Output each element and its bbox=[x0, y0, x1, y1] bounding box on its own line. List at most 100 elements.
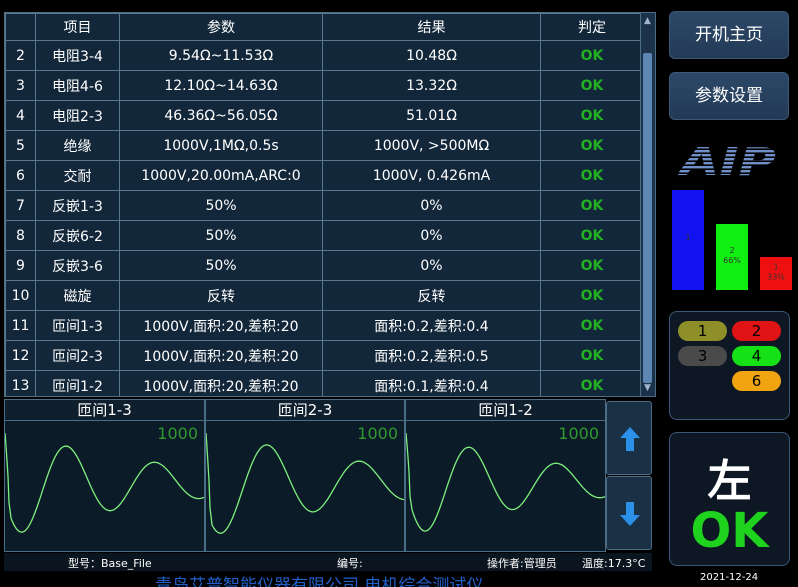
parameter-cell: 1000V,面积:20,差积:20 bbox=[119, 340, 323, 371]
pass-stats-chart: 1266%133% bbox=[672, 190, 792, 290]
judgement-cell: OK bbox=[540, 160, 644, 191]
judgement-cell: OK bbox=[540, 130, 644, 161]
company-footer: 青岛艾普智能仪器有限公司 电机综合测试仪 bbox=[155, 576, 484, 587]
temperature-text: 温度:17.3°C bbox=[582, 557, 646, 570]
stats-bar-percent: 66% bbox=[723, 256, 741, 265]
page-up-button[interactable] bbox=[606, 401, 652, 475]
item-cell: 电阻3-4 bbox=[35, 40, 120, 71]
table-row[interactable]: 4 电阻2-3 46.36Ω~56.05Ω 51.01Ω OK bbox=[5, 100, 644, 131]
judgement-cell: OK bbox=[540, 370, 644, 396]
judgement-cell: OK bbox=[540, 340, 644, 371]
result-cell: 0% bbox=[322, 190, 541, 221]
item-cell: 磁旋 bbox=[35, 280, 120, 311]
row-index-cell: 4 bbox=[5, 100, 36, 131]
judgement-cell: OK bbox=[540, 220, 644, 251]
row-index-cell: 10 bbox=[5, 280, 36, 311]
row-index-cell: 6 bbox=[5, 160, 36, 191]
scroll-down-arrow-icon[interactable]: ▼ bbox=[642, 382, 653, 394]
parameter-cell: 9.54Ω~11.53Ω bbox=[119, 40, 323, 71]
result-panel: 左 OK bbox=[669, 432, 790, 566]
date-text: 2021-12-24 bbox=[700, 572, 759, 583]
table-row[interactable]: 6 交耐 1000V,20.00mA,ARC:0 1000V, 0.426mA OK bbox=[5, 160, 644, 191]
result-cell: 面积:0.1,差积:0.4 bbox=[322, 370, 541, 396]
waveform-plot bbox=[406, 432, 605, 532]
table-row[interactable]: 8 反嵌6-2 50% 0% OK bbox=[5, 220, 644, 251]
item-cell: 电阻4-6 bbox=[35, 70, 120, 101]
station-indicator-panel: 1234 6 bbox=[669, 311, 790, 420]
page-down-button[interactable] bbox=[606, 476, 652, 550]
station-indicator[interactable]: 4 bbox=[732, 346, 781, 366]
row-index-cell: 8 bbox=[5, 220, 36, 251]
settings-button[interactable]: 参数设置 bbox=[669, 72, 789, 120]
waveform-title: 匝间1-3 bbox=[5, 400, 204, 421]
parameter-cell: 46.36Ω~56.05Ω bbox=[119, 100, 323, 131]
table-row[interactable]: 3 电阻4-6 12.10Ω~14.63Ω 13.32Ω OK bbox=[5, 70, 644, 101]
stats-bar-percent: 33% bbox=[767, 273, 785, 282]
row-index-cell: 11 bbox=[5, 310, 36, 341]
table-row[interactable]: 5 绝缘 1000V,1MΩ,0.5s 1000V, >500MΩ OK bbox=[5, 130, 644, 161]
parameter-cell: 50% bbox=[119, 220, 323, 251]
parameter-cell: 反转 bbox=[119, 280, 323, 311]
row-index-cell: 5 bbox=[5, 130, 36, 161]
result-cell: 13.32Ω bbox=[322, 70, 541, 101]
judgement-cell: OK bbox=[540, 70, 644, 101]
waveform-panel-3: 匝间1-2 1000 bbox=[405, 399, 606, 552]
item-cell: 交耐 bbox=[35, 160, 120, 191]
row-index-cell: 13 bbox=[5, 370, 36, 396]
table-row[interactable]: 12 匝间2-3 1000V,面积:20,差积:20 面积:0.2,差积:0.5 OK bbox=[5, 340, 644, 371]
column-header-item: 项目 bbox=[35, 13, 120, 41]
result-status: OK bbox=[690, 503, 769, 559]
judgement-cell: OK bbox=[540, 250, 644, 281]
parameter-cell: 50% bbox=[119, 190, 323, 221]
table-row[interactable]: 11 匝间1-3 1000V,面积:20,差积:20 面积:0.2,差积:0.4 OK bbox=[5, 310, 644, 341]
result-cell: 0% bbox=[322, 250, 541, 281]
waveform-panel-1: 匝间1-3 1000 bbox=[4, 399, 205, 552]
row-index-cell: 9 bbox=[5, 250, 36, 281]
table-row[interactable]: 13 匝间1-2 1000V,面积:20,差积:20 面积:0.1,差积:0.4 OK bbox=[5, 370, 644, 396]
result-cell: 51.01Ω bbox=[322, 100, 541, 131]
item-cell: 反嵌6-2 bbox=[35, 220, 120, 251]
parameter-cell: 50% bbox=[119, 250, 323, 281]
parameter-cell: 12.10Ω~14.63Ω bbox=[119, 70, 323, 101]
parameter-cell: 1000V,20.00mA,ARC:0 bbox=[119, 160, 323, 191]
station-indicator[interactable]: 3 bbox=[678, 346, 727, 366]
station-indicator[interactable]: 6 bbox=[732, 371, 781, 391]
results-table-panel: 项目 参数 结果 判定 2 电阻3-4 9.54Ω~11.53Ω 10.48Ω OK 3 电… bbox=[4, 12, 656, 397]
table-row[interactable]: 10 磁旋 反转 反转 OK bbox=[5, 280, 644, 311]
arrow-up-icon bbox=[620, 427, 640, 451]
result-side-label: 左 bbox=[707, 456, 752, 507]
table-body: 2 电阻3-4 9.54Ω~11.53Ω 10.48Ω OK 3 电阻4-6 12.10Ω~1… bbox=[5, 40, 644, 396]
item-cell: 反嵌3-6 bbox=[35, 250, 120, 281]
table-scrollbar[interactable]: ▲ ▼ bbox=[640, 13, 655, 396]
item-cell: 匝间2-3 bbox=[35, 340, 120, 371]
waveform-title: 匝间2-3 bbox=[206, 400, 404, 421]
item-cell: 反嵌1-3 bbox=[35, 190, 120, 221]
result-cell: 面积:0.2,差积:0.5 bbox=[322, 340, 541, 371]
table-header-row: 项目 参数 结果 判定 bbox=[5, 13, 644, 41]
scroll-thumb[interactable] bbox=[643, 53, 652, 383]
judgement-cell: OK bbox=[540, 190, 644, 221]
table-row[interactable]: 7 反嵌1-3 50% 0% OK bbox=[5, 190, 644, 221]
arrow-down-icon bbox=[620, 502, 640, 526]
judgement-cell: OK bbox=[540, 310, 644, 341]
waveform-area: 匝间1-3 1000 匝间2-3 1000 匝间1-2 1000 bbox=[4, 399, 606, 552]
judgement-cell: OK bbox=[540, 280, 644, 311]
aip-logo: AIP bbox=[678, 142, 776, 178]
serial-text: 编号: bbox=[337, 557, 363, 570]
status-bar: 型号：Base_File 编号: 操作者:管理员 温度:17.3°C bbox=[4, 553, 652, 571]
waveform-curve bbox=[206, 432, 404, 534]
logo-text: AIP bbox=[678, 142, 776, 178]
item-cell: 电阻2-3 bbox=[35, 100, 120, 131]
scroll-up-arrow-icon[interactable]: ▲ bbox=[642, 15, 653, 27]
home-button[interactable]: 开机主页 bbox=[669, 11, 789, 59]
station-indicator[interactable]: 1 bbox=[678, 321, 727, 341]
waveform-plot bbox=[5, 432, 204, 533]
table-row[interactable]: 9 反嵌3-6 50% 0% OK bbox=[5, 250, 644, 281]
parameter-cell: 1000V,1MΩ,0.5s bbox=[119, 130, 323, 161]
model-text: 型号：Base_File bbox=[68, 557, 152, 570]
stats-bar-label: 1 bbox=[685, 233, 690, 242]
table-row[interactable]: 2 电阻3-4 9.54Ω~11.53Ω 10.48Ω OK bbox=[5, 40, 644, 71]
waveform-panel-2: 匝间2-3 1000 bbox=[205, 399, 405, 552]
station-indicator[interactable]: 2 bbox=[732, 321, 781, 341]
row-index-cell: 2 bbox=[5, 40, 36, 71]
